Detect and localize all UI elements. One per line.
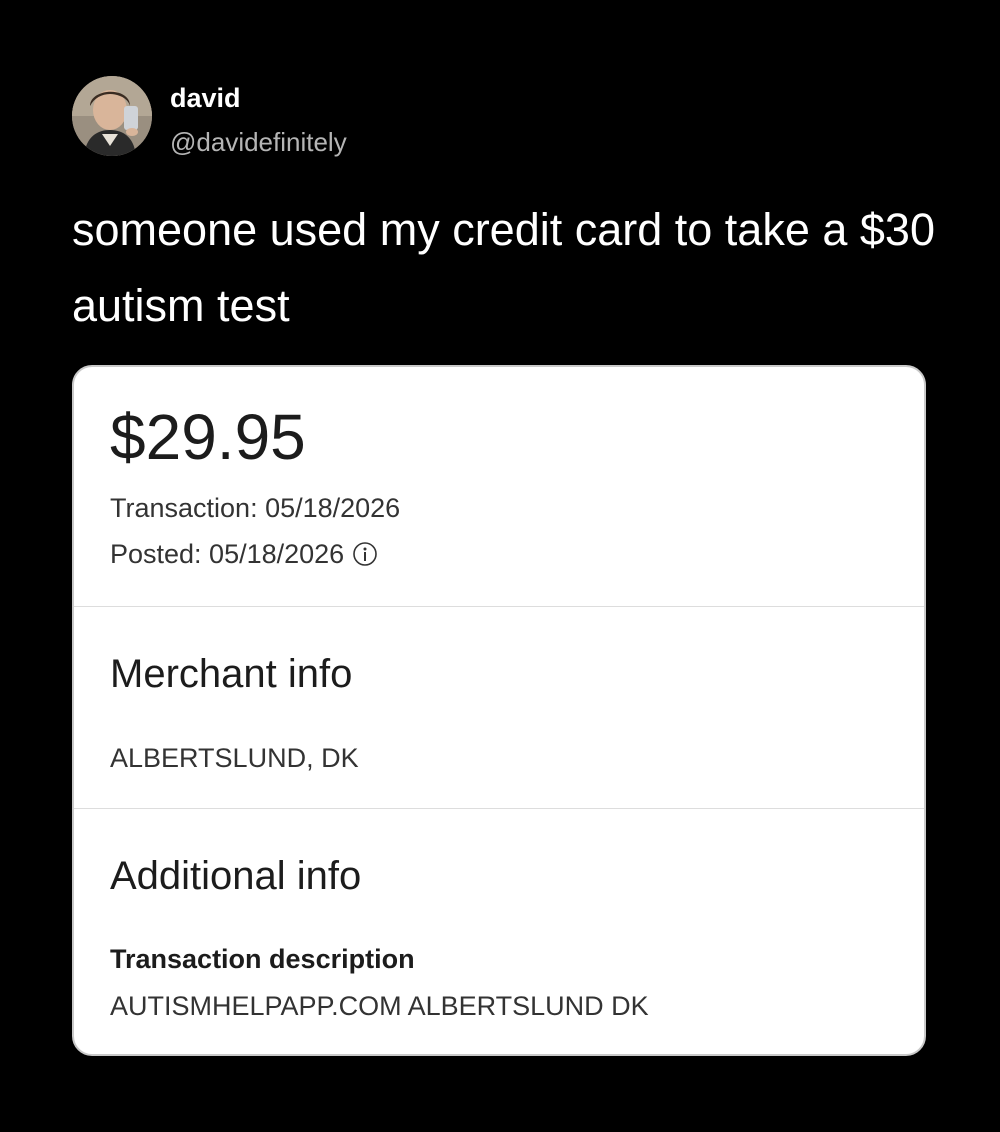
tweet-text: someone used my credit card to take a $3… (72, 204, 935, 331)
additional-info-title: Additional info (110, 854, 362, 898)
display-name[interactable]: david (170, 82, 241, 114)
additional-info-section: Additional info Transaction description … (74, 809, 924, 1054)
merchant-section: Merchant info ALBERTSLUND, DK (74, 607, 924, 809)
user-handle[interactable]: @davidefinitely (170, 126, 347, 158)
transaction-card: $29.95 Transaction: 05/18/2026 Posted: 0… (72, 365, 926, 1056)
transaction-date: Transaction: 05/18/2026 (110, 493, 401, 523)
transaction-description-value: AUTISMHELPAPP.COM ALBERTSLUND DK (110, 991, 649, 1021)
info-circle-icon[interactable] (352, 541, 378, 567)
merchant-location: ALBERTSLUND, DK (110, 743, 359, 773)
profile-photo-icon (72, 76, 152, 156)
merchant-info-title: Merchant info (110, 652, 353, 696)
posted-date: Posted: 05/18/2026 (110, 539, 345, 569)
posted-date-row: Posted: 05/18/2026 (110, 537, 378, 571)
transaction-description-label: Transaction description (110, 944, 415, 974)
transaction-amount: $29.95 (110, 401, 306, 473)
avatar[interactable] (72, 76, 152, 156)
amount-section: $29.95 Transaction: 05/18/2026 Posted: 0… (74, 367, 924, 607)
